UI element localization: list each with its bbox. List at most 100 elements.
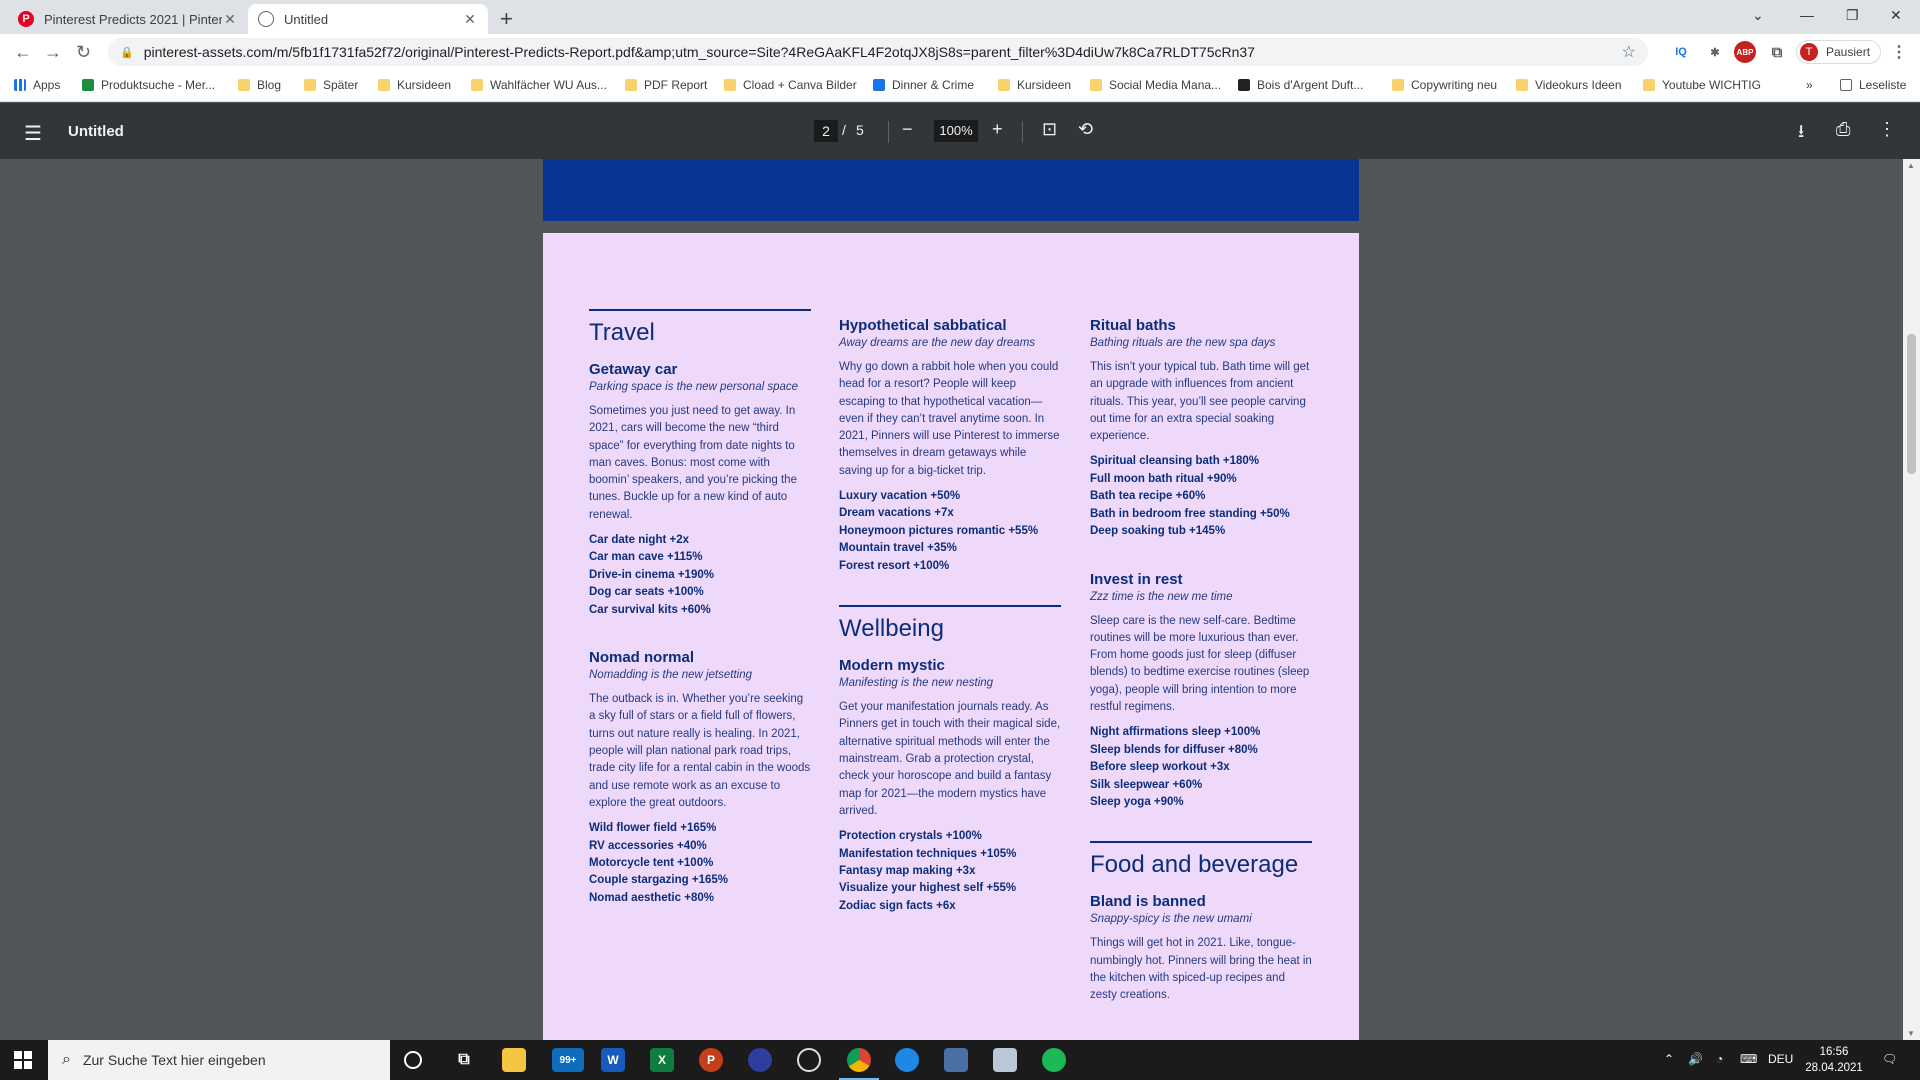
site-icon (873, 79, 885, 91)
bookmark-item[interactable]: Kursideen (998, 78, 1071, 92)
bookmark-item[interactable]: Kursideen (378, 78, 451, 92)
taskbar-search-input[interactable]: ⌕ Zur Suche Text hier eingeben (48, 1040, 390, 1080)
restore-icon[interactable]: ❐ (1846, 0, 1859, 30)
word-icon[interactable]: W (601, 1048, 625, 1072)
close-window-icon[interactable]: ✕ (1890, 0, 1902, 30)
iq-extension-icon[interactable]: IQ (1670, 41, 1692, 63)
reload-icon[interactable]: ↻ (76, 42, 91, 63)
more-bookmarks-icon[interactable]: » (1806, 78, 1813, 92)
bookmark-item[interactable]: Social Media Mana... (1090, 78, 1221, 92)
app-icon[interactable] (797, 1048, 821, 1072)
forward-icon[interactable]: → (44, 42, 62, 63)
back-icon[interactable]: ← (14, 42, 32, 63)
edge-icon[interactable] (895, 1048, 919, 1072)
article-heading: Hypothetical sabbatical (839, 317, 1007, 334)
tab-title: Untitled (284, 11, 329, 27)
zoom-level-input[interactable]: 100% (934, 120, 978, 142)
app-icon[interactable] (993, 1048, 1017, 1072)
notifications-icon[interactable]: 🗨 (1882, 1052, 1897, 1066)
bookmark-item[interactable]: Cload + Canva Bilder (724, 78, 857, 92)
bookmark-star-icon[interactable]: ☆ (1622, 42, 1636, 62)
mail-icon[interactable]: 99+ (552, 1048, 584, 1072)
stat-item: Drive-in cinema +190% (589, 568, 714, 581)
bookmark-item[interactable]: Produktsuche - Mer... (82, 78, 215, 92)
profile-button[interactable]: T Pausiert (1796, 40, 1882, 64)
bookmark-item[interactable]: Dinner & Crime (873, 78, 974, 92)
app-icon[interactable] (748, 1048, 772, 1072)
task-view-icon[interactable]: ⧉ (452, 1048, 476, 1072)
file-explorer-icon[interactable] (502, 1048, 526, 1072)
clock-date: 28.04.2021 (1805, 1062, 1863, 1074)
minimize-icon[interactable]: — (1800, 0, 1814, 30)
language-indicator[interactable]: DEU (1768, 1052, 1793, 1066)
vertical-scrollbar[interactable]: ▲ ▼ (1903, 159, 1920, 1040)
extension-icon[interactable]: ✱ (1704, 41, 1726, 63)
windows-start-icon[interactable] (14, 1051, 32, 1069)
column-middle: Hypothetical sabbatical Away dreams are … (839, 317, 1061, 945)
more-options-icon[interactable]: ⋮ (1878, 119, 1896, 140)
close-tab-icon[interactable]: ✕ (222, 11, 238, 28)
fit-page-icon[interactable]: ⊡ (1042, 119, 1057, 140)
print-icon[interactable]: ⎙ (1836, 119, 1850, 140)
folder-icon (1643, 79, 1655, 91)
reading-list-button[interactable]: Leseliste (1840, 78, 1906, 92)
volume-icon[interactable]: 🔊 (1688, 1052, 1703, 1066)
article-subtitle: Away dreams are the new day dreams (839, 337, 1036, 349)
clock[interactable]: 16:56 28.04.2021 (1804, 1044, 1864, 1076)
rotate-icon[interactable]: ⟲ (1078, 119, 1093, 140)
section-title: Travel (589, 319, 655, 346)
bookmark-item[interactable]: PDF Report (625, 78, 707, 92)
section-rule (589, 309, 811, 311)
powerpoint-icon[interactable]: P (699, 1048, 723, 1072)
article-body: Get your manifestation journals ready. A… (839, 701, 1061, 817)
search-placeholder: Zur Suche Text hier eingeben (82, 1052, 266, 1068)
bookmark-item[interactable]: Bois d'Argent Duft... (1238, 78, 1363, 92)
stat-item: Visualize your highest self +55% (839, 882, 1017, 895)
bookmark-item[interactable]: Wahlfächer WU Aus... (471, 78, 607, 92)
bookmark-item[interactable]: Youtube WICHTIG (1643, 78, 1761, 92)
article-subtitle: Nomadding is the new jetsetting (589, 669, 753, 682)
globe-icon (258, 11, 274, 27)
bookmark-apps[interactable]: Apps (14, 78, 60, 92)
tab-untitled[interactable]: Untitled ✕ (248, 4, 488, 34)
tab-pinterest[interactable]: P Pinterest Predicts 2021 | Pinterest ✕ (8, 4, 248, 34)
bookmark-item[interactable]: Copywriting neu (1392, 78, 1497, 92)
hamburger-menu-icon[interactable]: ☰ (24, 121, 42, 146)
article-heading: Invest in rest (1090, 570, 1183, 588)
tab-search-icon[interactable]: ⌄ (1752, 0, 1764, 30)
pdf-toolbar: ☰ Untitled 2 / 5 − 100% + ⊡ ⟲ ⭳ ⎙ ⋮ (0, 103, 1920, 159)
chrome-icon[interactable] (839, 1048, 879, 1080)
article-body: Sometimes you just need to get away. In … (589, 405, 797, 521)
page-number-input[interactable]: 2 (814, 120, 838, 142)
page-separator: / (842, 122, 846, 138)
address-bar[interactable]: 🔒 pinterest-assets.com/m/5fb1f1731fa52f7… (108, 38, 1648, 66)
download-icon[interactable]: ⭳ (1798, 119, 1804, 149)
adblock-icon[interactable]: ABP (1734, 41, 1756, 63)
scroll-down-icon[interactable]: ▼ (1907, 1029, 1915, 1038)
new-tab-icon[interactable]: + (500, 6, 513, 32)
network-icon[interactable]: ◔ (1716, 1052, 1723, 1066)
folder-icon (1090, 79, 1102, 91)
folder-icon (471, 79, 483, 91)
zoom-in-icon[interactable]: + (992, 119, 1003, 140)
keyboard-icon[interactable]: ⌨ (1740, 1052, 1757, 1066)
stats-list: Car date night +2x Car man cave +115% Dr… (589, 532, 811, 619)
excel-icon[interactable]: X (650, 1048, 674, 1072)
scrollbar-thumb[interactable] (1907, 334, 1916, 474)
column-right: Ritual baths Bathing rituals are the new… (1090, 317, 1312, 1013)
spotify-icon[interactable] (1042, 1048, 1066, 1072)
app-icon[interactable] (944, 1048, 968, 1072)
tray-expand-icon[interactable]: ⌃ (1664, 1052, 1674, 1066)
bookmark-item[interactable]: Später (304, 78, 358, 92)
close-tab-icon[interactable]: ✕ (462, 11, 478, 28)
cortana-icon[interactable] (404, 1051, 422, 1069)
puzzle-icon[interactable]: ⧉ (1766, 41, 1788, 63)
folder-icon (625, 79, 637, 91)
stat-item: Motorcycle tent +100% (589, 857, 714, 869)
scroll-up-icon[interactable]: ▲ (1907, 161, 1915, 170)
zoom-out-icon[interactable]: − (902, 119, 913, 140)
more-menu-icon[interactable]: ⋮ (1888, 41, 1910, 63)
bookmark-item[interactable]: Blog (238, 78, 281, 92)
bookmark-item[interactable]: Videokurs Ideen (1516, 78, 1622, 92)
article-heading: Nomad normal (589, 649, 695, 667)
